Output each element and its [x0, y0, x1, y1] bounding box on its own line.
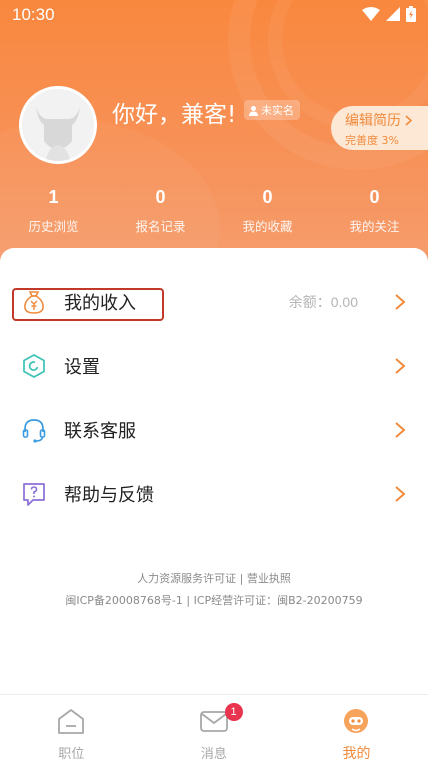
bull-avatar-icon: [36, 107, 80, 161]
stat-history[interactable]: 1 历史浏览: [0, 187, 107, 235]
tab-label: 我的: [342, 746, 371, 761]
stats-row: 1 历史浏览 0 报名记录 0 我的收藏 0 我的关注: [0, 187, 428, 235]
stat-label: 我的收藏: [242, 219, 293, 234]
chevron-right-icon: [395, 486, 406, 502]
menu-label: 设置: [64, 357, 100, 378]
stat-value: 0: [369, 187, 380, 207]
income-highlight-box: [12, 288, 164, 321]
stat-favorites[interactable]: 0 我的收藏: [214, 187, 321, 235]
stat-value: 0: [155, 187, 166, 207]
battery-icon: [406, 6, 416, 22]
avatar[interactable]: [19, 86, 97, 164]
wifi-icon: [362, 7, 380, 21]
menu-item-support[interactable]: 联系客服: [0, 398, 428, 462]
tab-label: 消息: [200, 747, 227, 761]
bottom-tab-bar: 职位 1 消息 我的: [0, 694, 428, 761]
chevron-right-icon: [405, 114, 412, 126]
resume-title-row: 编辑简历: [345, 110, 428, 130]
unread-badge: 1: [224, 703, 243, 721]
resume-title: 编辑简历: [345, 113, 401, 129]
tab-jobs[interactable]: 职位: [0, 695, 143, 761]
status-bar: 10:30: [0, 0, 428, 30]
menu-item-settings[interactable]: 设置: [0, 334, 428, 398]
stat-following[interactable]: 0 我的关注: [321, 187, 428, 235]
verify-status-badge[interactable]: 未实名: [244, 100, 300, 120]
help-feedback-icon: [23, 483, 45, 506]
tab-label: 职位: [58, 747, 85, 761]
mascot-face-icon: [344, 709, 369, 733]
resume-completion: 完善度 3%: [345, 134, 399, 147]
stat-label: 报名记录: [135, 219, 186, 234]
verify-status-label: 未实名: [261, 104, 294, 117]
tab-messages[interactable]: 1 消息: [143, 695, 286, 761]
tab-mine[interactable]: 我的: [285, 695, 428, 761]
menu-label: 联系客服: [64, 421, 136, 442]
settings-hexagon-icon: [23, 354, 45, 378]
chevron-right-icon: [395, 358, 406, 374]
icp-info: 闽ICP备20008768号-1 | ICP经营许可证：闽B2-20200759: [65, 594, 363, 607]
signal-icon: [386, 7, 400, 21]
stat-value: 0: [262, 187, 273, 207]
stat-applications[interactable]: 0 报名记录: [107, 187, 214, 235]
stat-value: 1: [48, 187, 59, 207]
status-icons: [362, 6, 416, 22]
income-balance: 余额：0.00: [288, 294, 358, 310]
stat-label: 我的关注: [349, 219, 400, 234]
chevron-right-icon: [395, 294, 406, 310]
user-icon: [249, 105, 258, 116]
home-icon: [58, 709, 85, 734]
menu-label: 帮助与反馈: [64, 485, 154, 506]
headset-icon: [22, 419, 46, 443]
stat-label: 历史浏览: [28, 219, 79, 234]
menu-item-help[interactable]: 帮助与反馈: [0, 462, 428, 526]
chevron-right-icon: [395, 422, 406, 438]
license-links[interactable]: 人力资源服务许可证 | 营业执照: [0, 570, 428, 586]
status-time: 10:30: [12, 5, 55, 24]
edit-resume-button[interactable]: 编辑简历 完善度 3%: [331, 106, 428, 150]
greeting-text: 你好，兼客!: [112, 102, 237, 128]
